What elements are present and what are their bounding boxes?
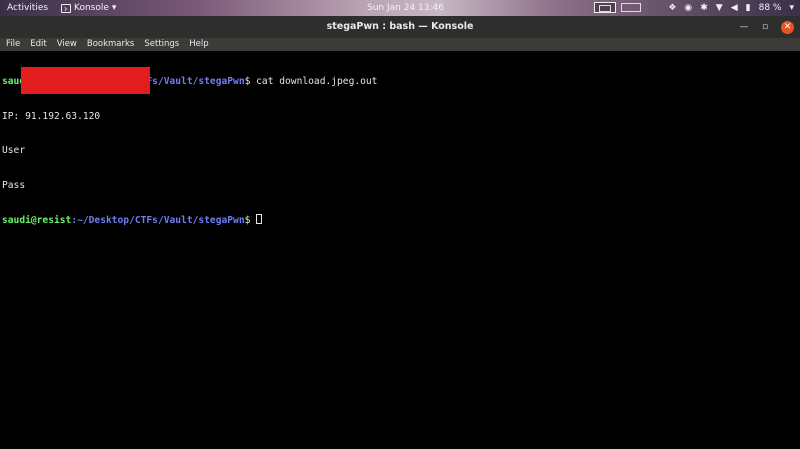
dropbox-icon[interactable]: ❖: [668, 0, 676, 16]
menu-edit[interactable]: Edit: [30, 38, 46, 51]
power-menu-icon[interactable]: ▾: [789, 0, 794, 16]
minimize-button[interactable]: —: [739, 16, 749, 38]
activities-button[interactable]: Activities: [7, 0, 48, 16]
command-text: cat download.jpeg.out: [256, 76, 378, 87]
battery-icon[interactable]: ▮: [746, 0, 751, 16]
menu-bar: File Edit View Bookmarks Settings Help: [0, 38, 800, 51]
wifi-icon[interactable]: ▼: [716, 0, 723, 16]
clock[interactable]: Sun Jan 24 13:46: [367, 0, 444, 16]
menu-view[interactable]: View: [57, 38, 77, 51]
terminal-cursor: [256, 214, 263, 224]
window-controls: — ▫ ✕: [739, 16, 794, 38]
tray-indicator-icon[interactable]: [621, 3, 641, 12]
output-line-ip: IP: 91.192.63.120: [2, 110, 101, 122]
chevron-down-icon: ▾: [111, 3, 117, 13]
output-line-user: User: [2, 145, 26, 156]
window-title: stegaPwn : bash — Konsole: [326, 21, 474, 32]
prompt-path-2: :~/Desktop/CTFs/Vault/stegaPwn: [71, 215, 245, 226]
konsole-app-icon: [61, 3, 71, 13]
redaction-box: [21, 67, 150, 94]
maximize-button[interactable]: ▫: [760, 16, 770, 38]
menu-settings[interactable]: Settings: [144, 38, 179, 51]
volume-icon[interactable]: ◀: [731, 0, 738, 16]
output-line-pass: Pass: [2, 179, 26, 191]
terminal-view[interactable]: saudi@resist:~/Desktop/CTFs/Vault/stegaP…: [0, 51, 800, 449]
battery-percentage: 88 %: [758, 3, 782, 13]
prompt-symbol: $: [244, 76, 257, 87]
chrome-icon[interactable]: ◉: [684, 0, 692, 16]
menu-help[interactable]: Help: [189, 38, 208, 51]
close-button[interactable]: ✕: [781, 20, 794, 34]
screen-recorder-icon[interactable]: [594, 2, 616, 13]
terminal-line-prompt: saudi@resist:~/Desktop/CTFs/Vault/stegaP…: [2, 214, 800, 226]
app-menu[interactable]: Konsole ▾: [61, 0, 116, 16]
prompt-symbol-2: $: [244, 215, 257, 226]
menu-file[interactable]: File: [6, 38, 20, 51]
app-menu-label: Konsole: [74, 3, 109, 13]
gnome-top-bar: Activities Konsole ▾ Sun Jan 24 13:46 ❖ …: [0, 0, 800, 16]
bluetooth-icon[interactable]: ✱: [700, 0, 708, 16]
system-tray[interactable]: ❖ ◉ ✱ ▼ ◀ ▮ 88 % ▾: [668, 0, 794, 16]
prompt-user-2: saudi@resist: [2, 215, 72, 226]
menu-bookmarks[interactable]: Bookmarks: [87, 38, 135, 51]
window-title-bar[interactable]: stegaPwn : bash — Konsole — ▫ ✕: [0, 16, 800, 38]
